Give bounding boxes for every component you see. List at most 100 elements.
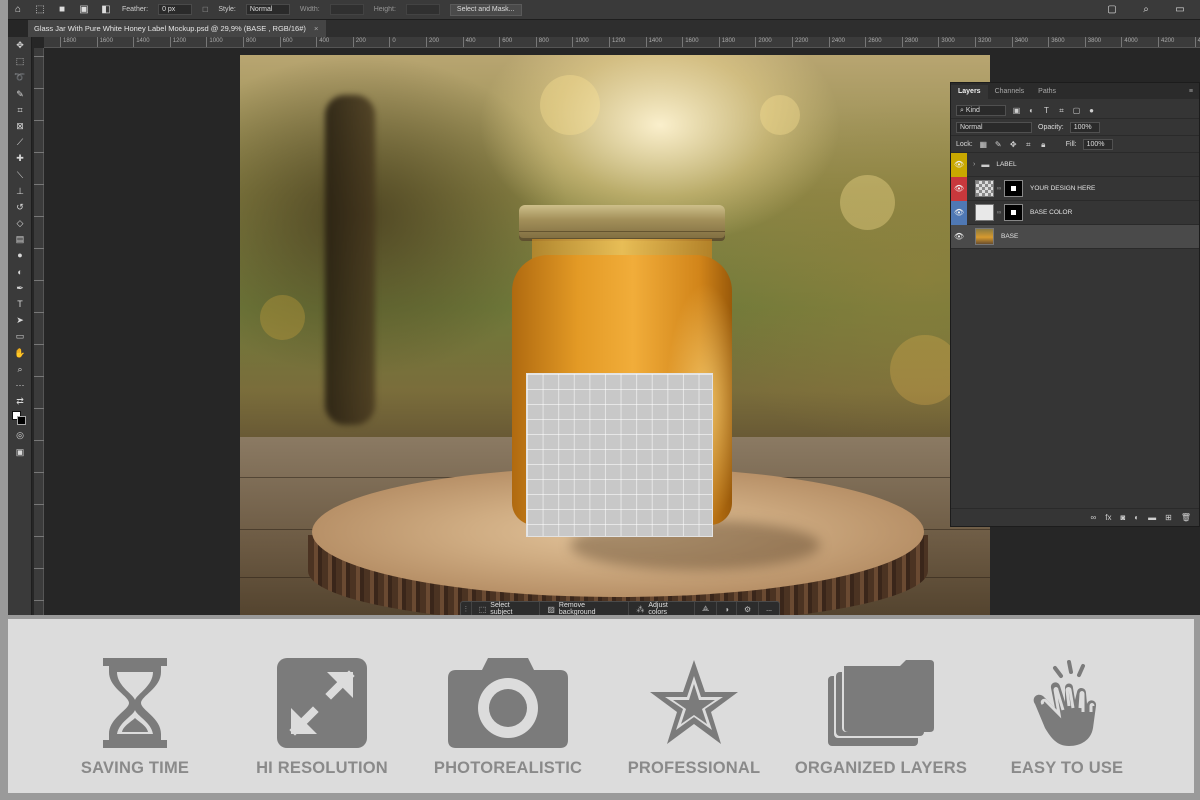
grip-icon[interactable]: ⋮ [461,605,471,613]
new-group-icon[interactable]: ▬ [1148,513,1156,522]
tools-panel: ✥ ⬚ ➰ ✎ ⌗ ⊠ ⟋ ✚ ⟍ ⊥ ↺ ◇ ▤ ● ◐ ✒ T ➤ ▭ ✋ … [8,37,32,615]
new-layer-icon[interactable]: ⊞ [1165,513,1172,522]
tab-layers[interactable]: Layers [951,85,988,99]
filter-adjustment-icon[interactable]: ◐ [1027,106,1036,115]
new-selection-icon[interactable]: ■ [56,4,68,16]
hand-tool-icon[interactable]: ✋ [8,345,32,361]
home-icon[interactable]: ⌂ [12,4,24,16]
ruler-tick: 600 [499,37,512,47]
quick-select-tool-icon[interactable]: ✎ [8,86,32,102]
lock-all-icon[interactable]: 🔒︎ [1039,140,1048,149]
feather-input[interactable]: 0 px [158,4,193,15]
search-icon[interactable]: ⌕ [1140,4,1152,16]
filter-shape-icon[interactable]: ⌗ [1057,106,1066,115]
dodge-tool-icon[interactable]: ◐ [8,264,32,280]
close-tab-icon[interactable]: × [314,24,318,33]
lock-transparent-icon[interactable]: ▦ [979,140,988,149]
add-selection-icon[interactable]: ▣ [78,4,90,16]
more-tools-icon[interactable]: ⋯ [8,377,32,393]
adjustment-layer-icon[interactable]: ◐ [1134,513,1139,522]
shape-tool-icon[interactable]: ▭ [8,328,32,344]
hourglass-icon [103,658,167,748]
add-mask-icon[interactable]: ◙ [1120,513,1125,522]
settings-button[interactable]: ⚙ [735,602,758,615]
filter-toggle-icon[interactable]: ● [1087,106,1096,115]
folder-icon: ▬ [981,160,990,169]
ruler-tick [34,216,44,217]
document-tab-bar: Glass Jar With Pure White Honey Label Mo… [28,20,1200,37]
eraser-tool-icon[interactable]: ◇ [8,215,32,231]
lasso-tool-icon[interactable]: ➰ [8,69,32,85]
layer-row[interactable]: 👁︎ ∞ BASE COLOR [951,200,1199,225]
more-options-button[interactable]: ... [758,602,779,615]
clone-stamp-tool-icon[interactable]: ⊥ [8,183,32,199]
trash-icon[interactable]: 🗑︎ [1181,513,1191,522]
background-color[interactable] [17,416,26,426]
type-tool-icon[interactable]: T [8,296,32,312]
width-input[interactable] [329,4,364,15]
select-and-mask-button[interactable]: Select and Mask... [449,3,522,16]
remove-background-button[interactable]: ▨ Remove background [539,602,628,615]
brush-tool-icon[interactable]: ⟍ [8,167,32,183]
marquee-tool-icon[interactable]: ⬚ [34,4,46,16]
adjustment-button[interactable]: ◑ [716,602,736,615]
opacity-input[interactable]: 100% [1069,121,1100,133]
layer-row[interactable]: 👁︎ BASE [951,225,1199,249]
gradient-tool-icon[interactable]: ▤ [8,231,32,247]
canvas-image[interactable] [240,55,990,615]
visibility-eye-icon[interactable]: 👁︎ [951,200,967,225]
move-tool-icon[interactable]: ✥ [8,37,32,53]
ruler-tick [34,440,44,441]
document-tab[interactable]: Glass Jar With Pure White Honey Label Mo… [28,20,327,37]
color-swatches[interactable] [8,409,32,427]
blur-tool-icon[interactable]: ● [8,247,32,263]
filter-pixel-icon[interactable]: ▣ [1012,106,1021,115]
healing-brush-tool-icon[interactable]: ✚ [8,150,32,166]
layer-name: LABEL [996,161,1017,168]
adjust-colors-button[interactable]: ⁂ Adjust colors [628,602,694,615]
pen-tool-icon[interactable]: ✒ [8,280,32,296]
blend-mode-select[interactable]: Normal [956,121,1032,133]
filter-kind-select[interactable]: ⌕ Kind [956,104,1006,116]
transform-button[interactable]: ⟁ [694,602,716,615]
expand-chevron-icon[interactable]: › [973,161,975,168]
filter-smart-object-icon[interactable]: ▢ [1072,106,1081,115]
feature-label: PROFESSIONAL [627,759,761,777]
share-icon[interactable]: ▢ [1106,4,1118,16]
visibility-eye-icon[interactable]: 👁︎ [951,225,967,249]
style-select[interactable]: Normal [245,4,290,15]
visibility-eye-icon[interactable]: 👁︎ [951,152,967,177]
fill-input[interactable]: 100% [1082,138,1113,150]
screen-mode-icon[interactable]: ▣ [8,444,32,460]
layer-row[interactable]: 👁︎ ∞ YOUR DESIGN HERE [951,176,1199,201]
lock-image-icon[interactable]: ✎ [994,140,1003,149]
panel-menu-icon[interactable]: ≡ [1189,85,1199,99]
feature-easy-to-use: EASY TO USE [972,657,1162,778]
fx-icon[interactable]: fx [1105,513,1111,522]
ruler-tick: 2800 [901,37,918,47]
tab-channels[interactable]: Channels [988,85,1032,99]
subtract-selection-icon[interactable]: ◧ [100,4,112,16]
layer-row[interactable]: 👁︎ › ▬ LABEL [951,152,1199,177]
lock-position-icon[interactable]: ✥ [1009,140,1018,149]
zoom-tool-icon[interactable]: ⌕ [8,361,32,377]
history-brush-tool-icon[interactable]: ↺ [8,199,32,215]
lock-artboard-icon[interactable]: ⌗ [1024,140,1033,149]
frame-tool-icon[interactable]: ⊠ [8,118,32,134]
feature-professional: PROFESSIONAL [599,657,789,778]
path-select-tool-icon[interactable]: ➤ [8,312,32,328]
visibility-eye-icon[interactable]: 👁︎ [951,176,967,201]
marquee-tool-icon[interactable]: ⬚ [8,53,32,69]
crop-tool-icon[interactable]: ⌗ [8,102,32,118]
anti-alias-checkbox[interactable]: ☐ [202,6,208,14]
select-subject-button[interactable]: ⬚ Select subject [470,602,540,615]
quick-mask-icon[interactable]: ◎ [8,427,32,443]
eyedropper-tool-icon[interactable]: ⟋ [8,134,32,150]
swap-colors-icon[interactable]: ⇄ [8,393,32,409]
filter-type-icon[interactable]: T [1042,106,1051,115]
workspace-icon[interactable]: ▭ [1174,4,1186,16]
link-layers-icon[interactable]: ∞ [1091,513,1097,522]
tab-paths[interactable]: Paths [1031,85,1063,99]
width-label: Width: [299,6,320,13]
height-input[interactable] [405,4,440,15]
